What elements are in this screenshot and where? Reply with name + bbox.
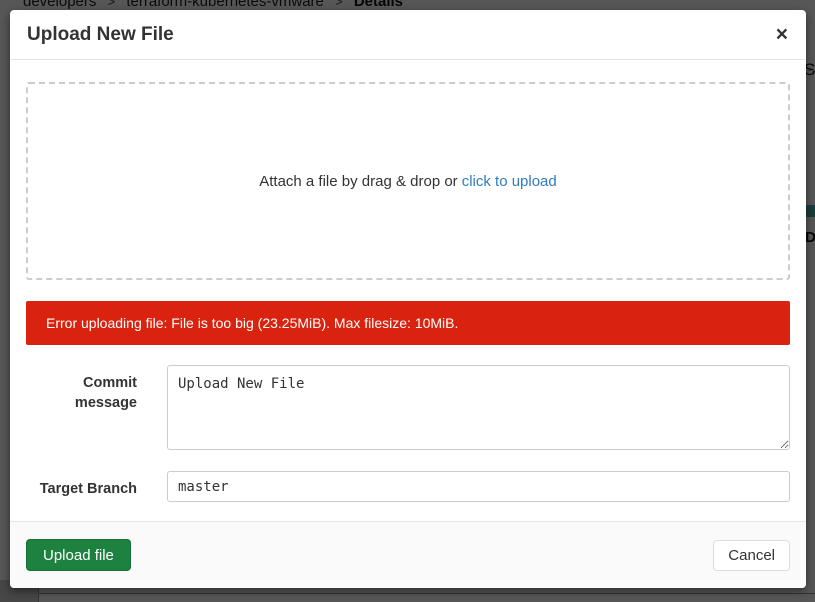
commit-message-row: Commit message Upload New File xyxy=(26,365,790,450)
file-dropzone[interactable]: Attach a file by drag & drop or click to … xyxy=(26,82,790,280)
dropzone-prompt: Attach a file by drag & drop or click to … xyxy=(259,173,557,190)
commit-message-textarea[interactable]: Upload New File xyxy=(167,365,790,450)
upload-file-button[interactable]: Upload file xyxy=(26,539,131,571)
close-icon[interactable]: × xyxy=(772,20,792,49)
target-branch-row: Target Branch xyxy=(26,471,790,502)
commit-message-label: Commit message xyxy=(26,365,137,450)
click-to-upload-link[interactable]: click to upload xyxy=(462,173,557,190)
modal-footer: Upload file Cancel xyxy=(10,521,806,588)
modal-body: Attach a file by drag & drop or click to … xyxy=(10,60,806,521)
target-branch-label: Target Branch xyxy=(26,471,137,502)
dropzone-prompt-text: Attach a file by drag & drop or xyxy=(259,173,457,190)
target-branch-input[interactable] xyxy=(167,471,790,502)
error-message: Error uploading file: File is too big (2… xyxy=(46,315,458,331)
upload-error-banner: Error uploading file: File is too big (2… xyxy=(26,301,790,345)
upload-file-modal: Upload New File × Attach a file by drag … xyxy=(10,10,806,588)
modal-header: Upload New File × xyxy=(10,10,806,60)
commit-message-control: Upload New File xyxy=(167,365,790,450)
modal-title: Upload New File xyxy=(27,24,174,45)
target-branch-control xyxy=(167,471,790,502)
cancel-button[interactable]: Cancel xyxy=(713,540,790,571)
screen: developers > terraform-kubernetes-vmware… xyxy=(0,0,815,602)
